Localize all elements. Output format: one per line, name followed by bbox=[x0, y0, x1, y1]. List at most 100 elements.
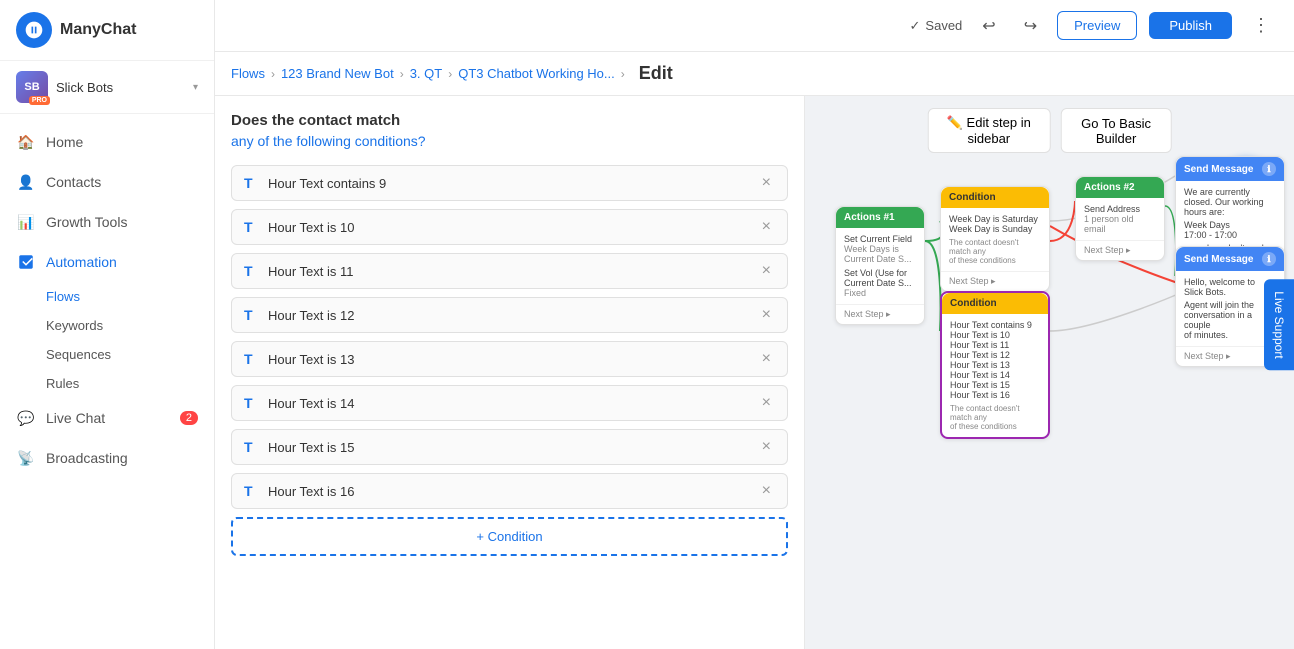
sendmsg2-next: Next Step ▸ bbox=[1184, 351, 1231, 362]
text-type-icon-7: T bbox=[244, 439, 260, 455]
sidebar-item-flows[interactable]: Flows bbox=[46, 282, 214, 311]
topbar-center: ✓ Saved ↩ ↪ Preview Publish ⋮ bbox=[910, 11, 1278, 40]
sidebar-item-growth-tools[interactable]: 📊 Growth Tools bbox=[0, 202, 214, 242]
actions1-label: Actions #1 bbox=[844, 212, 895, 223]
actions2-line2: 1 person old email bbox=[1084, 214, 1156, 234]
actions1-line1: Set Current Field bbox=[844, 234, 916, 244]
account-name: Slick Bots bbox=[56, 80, 185, 95]
main-content: ✓ Saved ↩ ↪ Preview Publish ⋮ Flows › 12… bbox=[215, 0, 1294, 649]
sidebar-item-live-chat[interactable]: 💬 Live Chat 2 bbox=[0, 398, 214, 438]
actions1-next: Next Step ▸ bbox=[844, 309, 891, 320]
condition1-line1: Week Day is Saturday bbox=[949, 214, 1041, 224]
condition-row-4: T Hour Text is 12 × bbox=[231, 297, 788, 333]
condition-remove-7[interactable]: × bbox=[758, 438, 775, 456]
contacts-icon: 👤 bbox=[16, 172, 36, 192]
redo-button[interactable]: ↪ bbox=[1016, 12, 1045, 40]
more-options-button[interactable]: ⋮ bbox=[1244, 11, 1278, 40]
breadcrumb-bot[interactable]: 123 Brand New Bot bbox=[281, 66, 394, 81]
sidebar-item-keywords[interactable]: Keywords bbox=[46, 311, 214, 340]
publish-button[interactable]: Publish bbox=[1149, 12, 1232, 39]
node-actions1-header: Actions #1 bbox=[836, 207, 924, 228]
account-item[interactable]: SB PRO Slick Bots ▾ bbox=[0, 61, 214, 114]
info-icon-1: ℹ bbox=[1262, 162, 1276, 176]
chevron-down-icon: ▾ bbox=[193, 82, 198, 93]
condition-remove-5[interactable]: × bbox=[758, 350, 775, 368]
flow-nodes: Actions #1 Set Current Field Week Days i… bbox=[825, 146, 1234, 639]
live-support-button[interactable]: Live Support bbox=[1264, 279, 1294, 370]
condition-row-6: T Hour Text is 14 × bbox=[231, 385, 788, 421]
saved-label: Saved bbox=[925, 18, 962, 33]
condition2-line7: Hour Text is 15 bbox=[950, 380, 1040, 390]
nav-sub-automation: Flows Keywords Sequences Rules bbox=[0, 282, 214, 398]
undo-button[interactable]: ↩ bbox=[974, 12, 1003, 40]
node-condition1-footer: Next Step ▸ bbox=[941, 271, 1049, 291]
condition2-label: Condition bbox=[950, 298, 997, 309]
condition-row-8: T Hour Text is 16 × bbox=[231, 473, 788, 509]
conditions-subtitle: any of the following conditions? bbox=[231, 133, 788, 149]
breadcrumb-sep-2: › bbox=[400, 67, 404, 81]
actions1-line4: Fixed bbox=[844, 288, 916, 298]
node-sendmsg2-header: Send Message ℹ bbox=[1176, 247, 1284, 271]
condition1-nomatch: The contact doesn't match anyof these co… bbox=[949, 238, 1041, 265]
condition2-nomatch: The contact doesn't match anyof these co… bbox=[950, 404, 1040, 431]
node-actions1-body: Set Current Field Week Days is Current D… bbox=[836, 228, 924, 304]
actions1-line3: Set Vol (Use for Current Date S... bbox=[844, 268, 916, 288]
condition-row-3: T Hour Text is 11 × bbox=[231, 253, 788, 289]
automation-icon bbox=[16, 252, 36, 272]
info-icon-2: ℹ bbox=[1262, 252, 1276, 266]
sidebar-item-automation[interactable]: Automation bbox=[0, 242, 214, 282]
condition-remove-2[interactable]: × bbox=[758, 218, 775, 236]
condition-remove-1[interactable]: × bbox=[758, 174, 775, 192]
actions1-line2: Week Days is Current Date S... bbox=[844, 244, 916, 264]
node-actions2-header: Actions #2 bbox=[1076, 177, 1164, 198]
condition-remove-3[interactable]: × bbox=[758, 262, 775, 280]
sendmsg2-line1: Hello, welcome to Slick Bots. bbox=[1184, 277, 1276, 297]
node-condition1[interactable]: Condition Week Day is Saturday Week Day … bbox=[940, 186, 1050, 292]
conditions-panel: Does the contact match any of the follow… bbox=[215, 96, 805, 649]
node-condition2-body: Hour Text contains 9 Hour Text is 10 Hou… bbox=[942, 314, 1048, 437]
live-chat-badge: 2 bbox=[180, 411, 198, 425]
condition-remove-8[interactable]: × bbox=[758, 482, 775, 500]
sendmsg2-label: Send Message bbox=[1184, 254, 1253, 265]
breadcrumb-working[interactable]: QT3 Chatbot Working Ho... bbox=[458, 66, 615, 81]
sidebar-item-contacts[interactable]: 👤 Contacts bbox=[0, 162, 214, 202]
condition2-line4: Hour Text is 12 bbox=[950, 350, 1040, 360]
node-actions1[interactable]: Actions #1 Set Current Field Week Days i… bbox=[835, 206, 925, 325]
breadcrumb-flows[interactable]: Flows bbox=[231, 66, 265, 81]
sendmsg1-line3: Week Days bbox=[1184, 220, 1276, 230]
breadcrumb-sep-3: › bbox=[448, 67, 452, 81]
node-actions2[interactable]: Actions #2 Send Address 1 person old ema… bbox=[1075, 176, 1165, 261]
sidebar-label-broadcasting: Broadcasting bbox=[46, 450, 128, 466]
node-condition2[interactable]: Condition Hour Text contains 9 Hour Text… bbox=[940, 291, 1050, 439]
home-icon: 🏠 bbox=[16, 132, 36, 152]
condition2-line1: Hour Text contains 9 bbox=[950, 320, 1040, 330]
flow-canvas[interactable]: ✏️ Edit step in sidebar Go To Basic Buil… bbox=[805, 96, 1294, 649]
node-condition1-body: Week Day is Saturday Week Day is Sunday … bbox=[941, 208, 1049, 271]
actions2-line1: Send Address bbox=[1084, 204, 1156, 214]
condition-text-2: Hour Text is 10 bbox=[268, 220, 750, 235]
sendmsg1-line2: hours are: bbox=[1184, 207, 1276, 217]
text-type-icon-6: T bbox=[244, 395, 260, 411]
node-actions1-footer: Next Step ▸ bbox=[836, 304, 924, 324]
sidebar-item-rules[interactable]: Rules bbox=[46, 369, 214, 398]
check-icon: ✓ bbox=[910, 18, 921, 34]
sidebar-item-broadcasting[interactable]: 📡 Broadcasting bbox=[0, 438, 214, 478]
conditions-title: Does the contact match bbox=[231, 112, 788, 129]
sidebar-label-growth-tools: Growth Tools bbox=[46, 214, 127, 230]
sidebar-item-sequences[interactable]: Sequences bbox=[46, 340, 214, 369]
sidebar-nav: 🏠 Home 👤 Contacts 📊 Growth Tools Automat… bbox=[0, 114, 214, 649]
preview-button[interactable]: Preview bbox=[1057, 11, 1137, 40]
condition-remove-6[interactable]: × bbox=[758, 394, 775, 412]
sendmsg2-line2: Agent will join the conversation in a co… bbox=[1184, 300, 1276, 330]
sidebar-label-automation: Automation bbox=[46, 254, 117, 270]
condition-text-5: Hour Text is 13 bbox=[268, 352, 750, 367]
page-title: Edit bbox=[639, 63, 673, 84]
sidebar-item-home[interactable]: 🏠 Home bbox=[0, 122, 214, 162]
text-type-icon-8: T bbox=[244, 483, 260, 499]
condition-row-7: T Hour Text is 15 × bbox=[231, 429, 788, 465]
text-type-icon-2: T bbox=[244, 219, 260, 235]
condition-remove-4[interactable]: × bbox=[758, 306, 775, 324]
breadcrumb-qt[interactable]: 3. QT bbox=[410, 66, 443, 81]
add-condition-button[interactable]: + Condition bbox=[231, 517, 788, 556]
live-chat-icon: 💬 bbox=[16, 408, 36, 428]
